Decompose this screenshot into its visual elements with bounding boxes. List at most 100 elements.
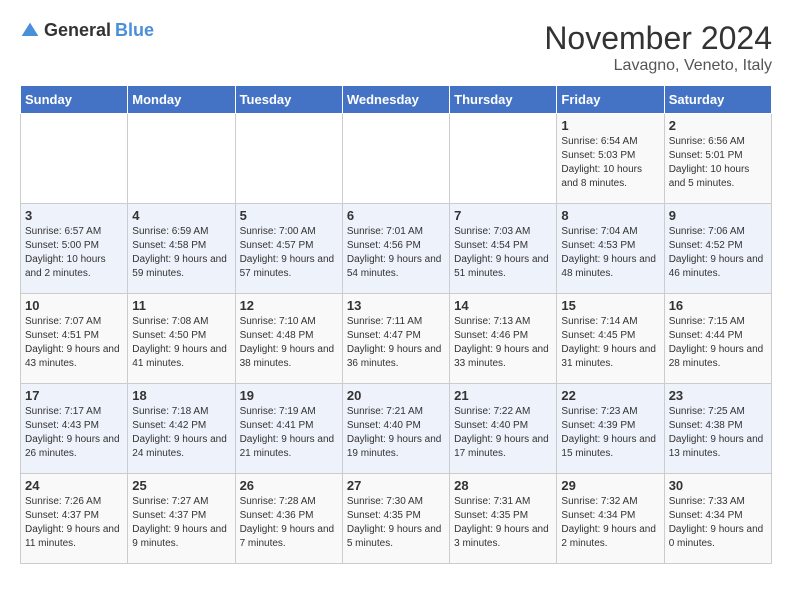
day-number: 16 bbox=[669, 298, 767, 313]
day-info: Sunrise: 7:11 AMSunset: 4:47 PMDaylight:… bbox=[347, 315, 445, 371]
calendar-cell: 2 Sunrise: 6:56 AMSunset: 5:01 PMDaylight… bbox=[664, 114, 771, 204]
calendar-cell: 26 Sunrise: 7:28 AMSunset: 4:36 PMDayligh… bbox=[235, 474, 342, 564]
day-number: 12 bbox=[240, 298, 338, 313]
day-info: Sunrise: 7:04 AMSunset: 4:53 PMDaylight:… bbox=[561, 225, 659, 281]
calendar-cell: 22 Sunrise: 7:23 AMSunset: 4:39 PMDayligh… bbox=[557, 384, 664, 474]
day-number: 23 bbox=[669, 388, 767, 403]
location-title: Lavagno, Veneto, Italy bbox=[544, 57, 772, 75]
calendar-table: SundayMondayTuesdayWednesdayThursdayFrid… bbox=[20, 85, 772, 564]
calendar-cell bbox=[450, 114, 557, 204]
day-info: Sunrise: 7:08 AMSunset: 4:50 PMDaylight:… bbox=[132, 315, 230, 371]
day-info: Sunrise: 7:14 AMSunset: 4:45 PMDaylight:… bbox=[561, 315, 659, 371]
day-info: Sunrise: 7:01 AMSunset: 4:56 PMDaylight:… bbox=[347, 225, 445, 281]
day-number: 1 bbox=[561, 118, 659, 133]
calendar-cell: 11 Sunrise: 7:08 AMSunset: 4:50 PMDayligh… bbox=[128, 294, 235, 384]
month-title: November 2024 bbox=[544, 20, 772, 57]
day-number: 7 bbox=[454, 208, 552, 223]
calendar-cell: 7 Sunrise: 7:03 AMSunset: 4:54 PMDaylight… bbox=[450, 204, 557, 294]
day-number: 28 bbox=[454, 478, 552, 493]
day-info: Sunrise: 7:03 AMSunset: 4:54 PMDaylight:… bbox=[454, 225, 552, 281]
day-header-sunday: Sunday bbox=[21, 86, 128, 114]
calendar-cell bbox=[21, 114, 128, 204]
day-number: 18 bbox=[132, 388, 230, 403]
day-number: 30 bbox=[669, 478, 767, 493]
day-number: 24 bbox=[25, 478, 123, 493]
day-number: 3 bbox=[25, 208, 123, 223]
calendar-cell: 19 Sunrise: 7:19 AMSunset: 4:41 PMDayligh… bbox=[235, 384, 342, 474]
day-info: Sunrise: 7:15 AMSunset: 4:44 PMDaylight:… bbox=[669, 315, 767, 371]
calendar-cell: 6Sunrise: 7:01 AMSunset: 4:56 PMDaylight… bbox=[342, 204, 449, 294]
day-number: 8 bbox=[561, 208, 659, 223]
calendar-cell: 23 Sunrise: 7:25 AMSunset: 4:38 PMDayligh… bbox=[664, 384, 771, 474]
day-header-saturday: Saturday bbox=[664, 86, 771, 114]
day-info: Sunrise: 7:06 AMSunset: 4:52 PMDaylight:… bbox=[669, 225, 767, 281]
calendar-body: 1 Sunrise: 6:54 AMSunset: 5:03 PMDaylight… bbox=[21, 114, 772, 564]
day-number: 10 bbox=[25, 298, 123, 313]
day-info: Sunrise: 6:56 AMSunset: 5:01 PMDaylight:… bbox=[669, 135, 767, 191]
day-number: 20 bbox=[347, 388, 445, 403]
day-header-friday: Friday bbox=[557, 86, 664, 114]
day-number: 29 bbox=[561, 478, 659, 493]
day-info: Sunrise: 7:07 AMSunset: 4:51 PMDaylight:… bbox=[25, 315, 123, 371]
title-area: November 2024 Lavagno, Veneto, Italy bbox=[544, 20, 772, 75]
day-info: Sunrise: 7:21 AMSunset: 4:40 PMDaylight:… bbox=[347, 405, 445, 461]
day-header-monday: Monday bbox=[128, 86, 235, 114]
day-number: 26 bbox=[240, 478, 338, 493]
day-number: 2 bbox=[669, 118, 767, 133]
calendar-cell: 8 Sunrise: 7:04 AMSunset: 4:53 PMDaylight… bbox=[557, 204, 664, 294]
day-header-thursday: Thursday bbox=[450, 86, 557, 114]
calendar-cell: 28 Sunrise: 7:31 AMSunset: 4:35 PMDayligh… bbox=[450, 474, 557, 564]
day-info: Sunrise: 7:18 AMSunset: 4:42 PMDaylight:… bbox=[132, 405, 230, 461]
calendar-cell: 13 Sunrise: 7:11 AMSunset: 4:47 PMDayligh… bbox=[342, 294, 449, 384]
calendar-cell bbox=[342, 114, 449, 204]
calendar-header: SundayMondayTuesdayWednesdayThursdayFrid… bbox=[21, 86, 772, 114]
day-info: Sunrise: 7:13 AMSunset: 4:46 PMDaylight:… bbox=[454, 315, 552, 371]
logo-general: General bbox=[44, 20, 111, 41]
day-info: Sunrise: 6:54 AMSunset: 5:03 PMDaylight:… bbox=[561, 135, 659, 191]
day-info: Sunrise: 7:28 AMSunset: 4:36 PMDaylight:… bbox=[240, 495, 338, 551]
calendar-cell: 17Sunrise: 7:17 AMSunset: 4:43 PMDayligh… bbox=[21, 384, 128, 474]
day-number: 13 bbox=[347, 298, 445, 313]
day-info: Sunrise: 7:10 AMSunset: 4:48 PMDaylight:… bbox=[240, 315, 338, 371]
day-number: 9 bbox=[669, 208, 767, 223]
day-info: Sunrise: 7:17 AMSunset: 4:43 PMDaylight:… bbox=[25, 405, 123, 461]
day-number: 15 bbox=[561, 298, 659, 313]
day-info: Sunrise: 7:31 AMSunset: 4:35 PMDaylight:… bbox=[454, 495, 552, 551]
day-info: Sunrise: 7:00 AMSunset: 4:57 PMDaylight:… bbox=[240, 225, 338, 281]
day-number: 11 bbox=[132, 298, 230, 313]
day-number: 22 bbox=[561, 388, 659, 403]
calendar-cell: 29 Sunrise: 7:32 AMSunset: 4:34 PMDayligh… bbox=[557, 474, 664, 564]
day-info: Sunrise: 6:57 AMSunset: 5:00 PMDaylight:… bbox=[25, 225, 123, 281]
logo-blue: Blue bbox=[115, 20, 154, 41]
day-info: Sunrise: 7:30 AMSunset: 4:35 PMDaylight:… bbox=[347, 495, 445, 551]
logo-icon bbox=[20, 21, 40, 41]
calendar-cell: 5Sunrise: 7:00 AMSunset: 4:57 PMDaylight… bbox=[235, 204, 342, 294]
calendar-cell bbox=[235, 114, 342, 204]
calendar-cell: 4Sunrise: 6:59 AMSunset: 4:58 PMDaylight… bbox=[128, 204, 235, 294]
day-number: 19 bbox=[240, 388, 338, 403]
calendar-cell: 9 Sunrise: 7:06 AMSunset: 4:52 PMDaylight… bbox=[664, 204, 771, 294]
calendar-cell: 21Sunrise: 7:22 AMSunset: 4:40 PMDayligh… bbox=[450, 384, 557, 474]
calendar-cell: 24 Sunrise: 7:26 AMSunset: 4:37 PMDayligh… bbox=[21, 474, 128, 564]
day-info: Sunrise: 7:22 AMSunset: 4:40 PMDaylight:… bbox=[454, 405, 552, 461]
logo: GeneralBlue bbox=[20, 20, 154, 41]
day-info: Sunrise: 7:32 AMSunset: 4:34 PMDaylight:… bbox=[561, 495, 659, 551]
calendar-cell: 12 Sunrise: 7:10 AMSunset: 4:48 PMDayligh… bbox=[235, 294, 342, 384]
calendar-cell: 25 Sunrise: 7:27 AMSunset: 4:37 PMDayligh… bbox=[128, 474, 235, 564]
calendar-cell: 15 Sunrise: 7:14 AMSunset: 4:45 PMDayligh… bbox=[557, 294, 664, 384]
day-number: 25 bbox=[132, 478, 230, 493]
day-info: Sunrise: 7:33 AMSunset: 4:34 PMDaylight:… bbox=[669, 495, 767, 551]
calendar-cell: 3 Sunrise: 6:57 AMSunset: 5:00 PMDaylight… bbox=[21, 204, 128, 294]
calendar-cell: 16 Sunrise: 7:15 AMSunset: 4:44 PMDayligh… bbox=[664, 294, 771, 384]
day-info: Sunrise: 7:27 AMSunset: 4:37 PMDaylight:… bbox=[132, 495, 230, 551]
day-info: Sunrise: 7:19 AMSunset: 4:41 PMDaylight:… bbox=[240, 405, 338, 461]
day-info: Sunrise: 7:23 AMSunset: 4:39 PMDaylight:… bbox=[561, 405, 659, 461]
calendar-cell: 14 Sunrise: 7:13 AMSunset: 4:46 PMDayligh… bbox=[450, 294, 557, 384]
calendar-cell: 1 Sunrise: 6:54 AMSunset: 5:03 PMDaylight… bbox=[557, 114, 664, 204]
day-info: Sunrise: 7:26 AMSunset: 4:37 PMDaylight:… bbox=[25, 495, 123, 551]
calendar-cell: 27 Sunrise: 7:30 AMSunset: 4:35 PMDayligh… bbox=[342, 474, 449, 564]
day-number: 27 bbox=[347, 478, 445, 493]
day-info: Sunrise: 7:25 AMSunset: 4:38 PMDaylight:… bbox=[669, 405, 767, 461]
day-info: Sunrise: 6:59 AMSunset: 4:58 PMDaylight:… bbox=[132, 225, 230, 281]
day-number: 14 bbox=[454, 298, 552, 313]
